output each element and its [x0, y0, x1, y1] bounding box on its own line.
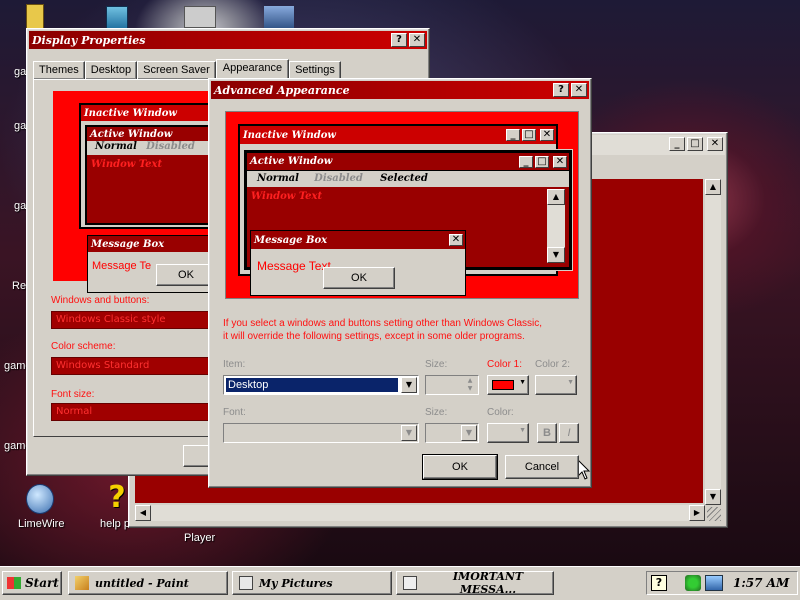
taskbar: Start untitled - Paint My Pictures IMORT…: [0, 566, 800, 600]
display-properties-titlebar[interactable]: Display Properties ? ✕: [29, 31, 427, 49]
task-paint[interactable]: untitled - Paint: [68, 571, 228, 595]
clock[interactable]: 1:57 AM: [733, 576, 789, 590]
tab-strip: Themes Desktop Screen Saver Appearance S…: [33, 59, 341, 80]
start-button[interactable]: Start: [2, 571, 62, 595]
chevron-down-icon: ▼: [519, 427, 526, 434]
font-select[interactable]: ▼: [223, 423, 419, 443]
camera-icon[interactable]: [184, 6, 216, 28]
cancel-button[interactable]: Cancel: [505, 455, 579, 479]
player-label[interactable]: Player: [184, 532, 215, 544]
horizontal-scrollbar[interactable]: ◀ ▶: [135, 505, 705, 521]
window-icon: [403, 576, 417, 590]
font-color-picker[interactable]: ▼: [487, 423, 529, 443]
scroll-up-arrow-icon[interactable]: ▲: [705, 179, 721, 195]
app-icon[interactable]: [106, 6, 128, 30]
advanced-appearance-window[interactable]: Advanced Appearance ? ✕ Inactive Window …: [208, 78, 592, 488]
help-label[interactable]: help p: [100, 518, 130, 530]
font-label: Font:: [223, 407, 246, 418]
window-title: Advanced Appearance: [214, 83, 350, 97]
size-spinner[interactable]: ▲ ▼: [425, 375, 479, 395]
task-important-message[interactable]: IMORTANT MESSA...: [396, 570, 554, 596]
item-select[interactable]: Desktop ▼: [223, 375, 419, 395]
preview-ok-button[interactable]: OK: [323, 267, 395, 289]
color-scheme-label: Color scheme:: [51, 341, 116, 352]
item-label: Item:: [223, 359, 246, 370]
font-size-select[interactable]: Normal: [51, 403, 211, 421]
advanced-preview[interactable]: Inactive Window _ □ ✕ Active Window _ □ ✕ No…: [225, 111, 579, 299]
font-color-label: Color:: [487, 407, 514, 418]
bold-button[interactable]: B: [537, 423, 557, 443]
ok-button[interactable]: OK: [422, 454, 498, 480]
spin-up-icon[interactable]: ▲: [463, 377, 477, 385]
mouse-cursor-icon: [577, 459, 591, 480]
spin-down-icon[interactable]: ▼: [463, 385, 477, 393]
close-button[interactable]: ✕: [571, 83, 587, 97]
task-my-pictures[interactable]: My Pictures: [232, 571, 392, 595]
italic-button[interactable]: I: [559, 423, 579, 443]
desktop-icon-game-3[interactable]: ga: [14, 200, 26, 212]
tab-screen-saver[interactable]: Screen Saver: [137, 61, 216, 79]
item-select-value: Desktop: [226, 378, 398, 392]
windows-buttons-select[interactable]: Windows Classic style: [51, 311, 211, 329]
vertical-scrollbar[interactable]: ▲ ▼: [705, 179, 721, 505]
chevron-down-icon[interactable]: ▼: [461, 425, 477, 441]
desktop-icon-recycle[interactable]: Re: [12, 280, 26, 292]
font-size-label: Size:: [425, 407, 448, 418]
preview-menu-bar: Normal Disabled Selected: [247, 171, 569, 187]
app-icon-2[interactable]: [264, 6, 294, 28]
network-icon[interactable]: [705, 575, 723, 591]
system-tray: ? 1:57 AM: [646, 571, 798, 595]
preview-scrollbar: ▲ ▼: [547, 189, 565, 263]
folder-icon[interactable]: [26, 4, 44, 30]
tab-settings[interactable]: Settings: [289, 61, 341, 79]
minimize-button[interactable]: _: [669, 137, 685, 151]
chevron-down-icon[interactable]: ▼: [401, 377, 417, 393]
preview-ok-button: OK: [156, 264, 216, 286]
preview-message-box[interactable]: Message Box ✕ Message Text OK: [250, 230, 466, 296]
scroll-down-arrow-icon[interactable]: ▼: [705, 489, 721, 505]
desktop-icon-game-2[interactable]: ga: [14, 120, 26, 132]
limewire-label[interactable]: LimeWire: [18, 518, 64, 530]
preview-active-window: Active Window Normal Disabled Window Tex…: [85, 125, 213, 225]
scroll-right-arrow-icon[interactable]: ▶: [689, 505, 705, 521]
font-size-label: Font size:: [51, 389, 95, 400]
paint-icon: [75, 576, 89, 590]
chevron-down-icon: ▼: [519, 379, 526, 386]
color1-swatch: [492, 380, 514, 390]
advanced-appearance-titlebar[interactable]: Advanced Appearance ? ✕: [211, 81, 589, 99]
color2-picker[interactable]: ▼: [535, 375, 577, 395]
tab-desktop[interactable]: Desktop: [84, 61, 138, 79]
limewire-icon[interactable]: [26, 484, 54, 514]
close-button[interactable]: ✕: [707, 137, 723, 151]
color2-label: Color 2:: [535, 359, 571, 370]
maximize-button[interactable]: □: [687, 137, 703, 151]
size-label: Size:: [425, 359, 448, 370]
help-button[interactable]: ?: [553, 83, 569, 97]
preview-message-box: Message Box Message Te OK: [87, 235, 217, 293]
color1-label: Color 1:: [487, 359, 523, 370]
color-scheme-select[interactable]: Windows Standard: [51, 357, 211, 375]
windows-logo-icon: [7, 577, 21, 589]
chevron-down-icon[interactable]: ▼: [401, 425, 417, 441]
close-button[interactable]: ✕: [409, 33, 425, 47]
security-shield-icon[interactable]: [685, 575, 701, 591]
background-window-controls: _ □ ✕: [667, 137, 723, 151]
folder-icon: [239, 576, 253, 590]
font-size-select[interactable]: ▼: [425, 423, 479, 443]
scroll-left-arrow-icon[interactable]: ◀: [135, 505, 151, 521]
help-button[interactable]: ?: [391, 33, 407, 47]
color1-picker[interactable]: ▼: [487, 375, 529, 395]
chevron-down-icon: ▼: [567, 379, 574, 386]
window-title: Display Properties: [32, 33, 146, 47]
help-icon[interactable]: ?: [104, 482, 130, 514]
help-icon[interactable]: ?: [651, 575, 667, 591]
info-text: If you select a windows and buttons sett…: [223, 318, 543, 342]
windows-buttons-label: Windows and buttons:: [51, 295, 150, 306]
desktop-icon-game-1[interactable]: ga: [14, 66, 26, 78]
resize-grip[interactable]: [707, 507, 721, 521]
tab-themes[interactable]: Themes: [33, 61, 85, 79]
tab-appearance[interactable]: Appearance: [215, 59, 290, 80]
preview-inactive-window: Inactive Window Active Window Normal Dis…: [79, 103, 219, 229]
